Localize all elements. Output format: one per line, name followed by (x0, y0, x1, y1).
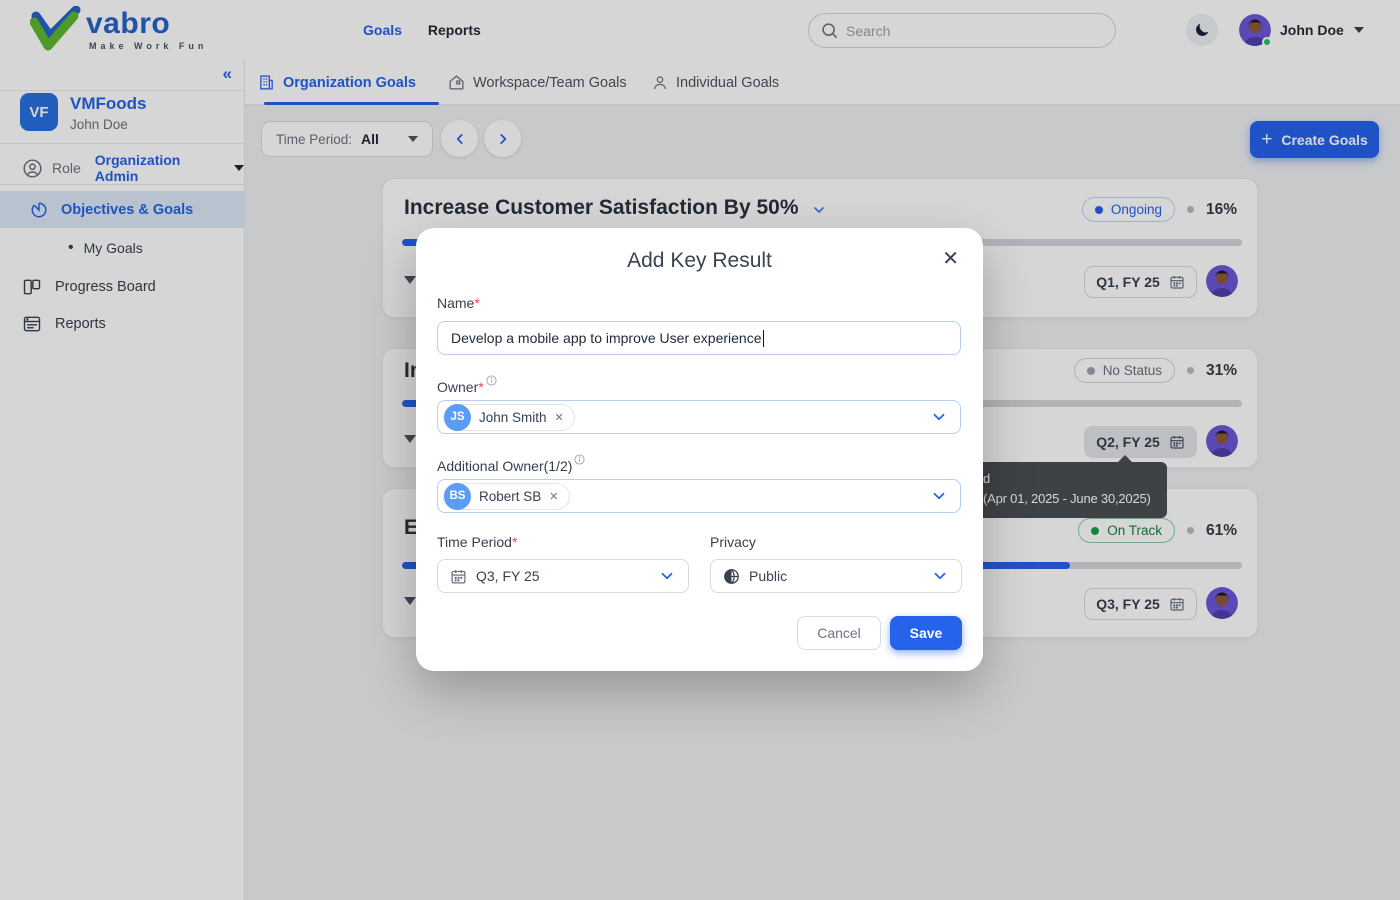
name-input[interactable]: Develop a mobile app to improve User exp… (437, 321, 961, 355)
cancel-button[interactable]: Cancel (797, 616, 881, 650)
owner-select[interactable]: JS John Smith ✕ (437, 400, 961, 434)
additional-owner-select[interactable]: BS Robert SB ✕ (437, 479, 961, 513)
save-button[interactable]: Save (890, 616, 962, 650)
app-root: vabro Make Work Fun Goals Reports (0, 0, 1400, 900)
name-label: Name* (437, 295, 480, 311)
chevron-down-icon (930, 487, 948, 505)
privacy-select[interactable]: Public (710, 559, 962, 593)
owner-chip-name: John Smith (479, 410, 547, 425)
additional-owner-chip: BS Robert SB ✕ (443, 483, 570, 510)
globe-icon (723, 568, 740, 585)
additional-owner-label: Additional Owner(1/2) (437, 454, 585, 474)
owner-chip-avatar: JS (444, 404, 471, 431)
privacy-label: Privacy (710, 534, 756, 550)
additional-owner-chip-name: Robert SB (479, 489, 541, 504)
add-key-result-modal: Add Key Result ✕ Name* Develop a mobile … (416, 228, 983, 671)
info-icon (486, 375, 497, 386)
modal-title: Add Key Result (416, 249, 983, 273)
owner-chip: JS John Smith ✕ (443, 404, 575, 431)
chevron-down-icon (658, 567, 676, 585)
time-period-select[interactable]: Q3, FY 25 (437, 559, 689, 593)
additional-owner-chip-avatar: BS (444, 483, 471, 510)
remove-additional-owner-icon[interactable]: ✕ (549, 490, 558, 503)
time-period-label: Time Period* (437, 534, 517, 550)
calendar-icon (450, 568, 467, 585)
privacy-value: Public (749, 568, 787, 584)
owner-label: Owner* (437, 375, 497, 395)
text-caret (763, 330, 764, 347)
remove-owner-icon[interactable]: ✕ (555, 411, 564, 424)
close-icon[interactable]: ✕ (942, 247, 959, 271)
info-icon (574, 454, 585, 465)
chevron-down-icon (931, 567, 949, 585)
time-period-value: Q3, FY 25 (476, 568, 540, 584)
chevron-down-icon (930, 408, 948, 426)
